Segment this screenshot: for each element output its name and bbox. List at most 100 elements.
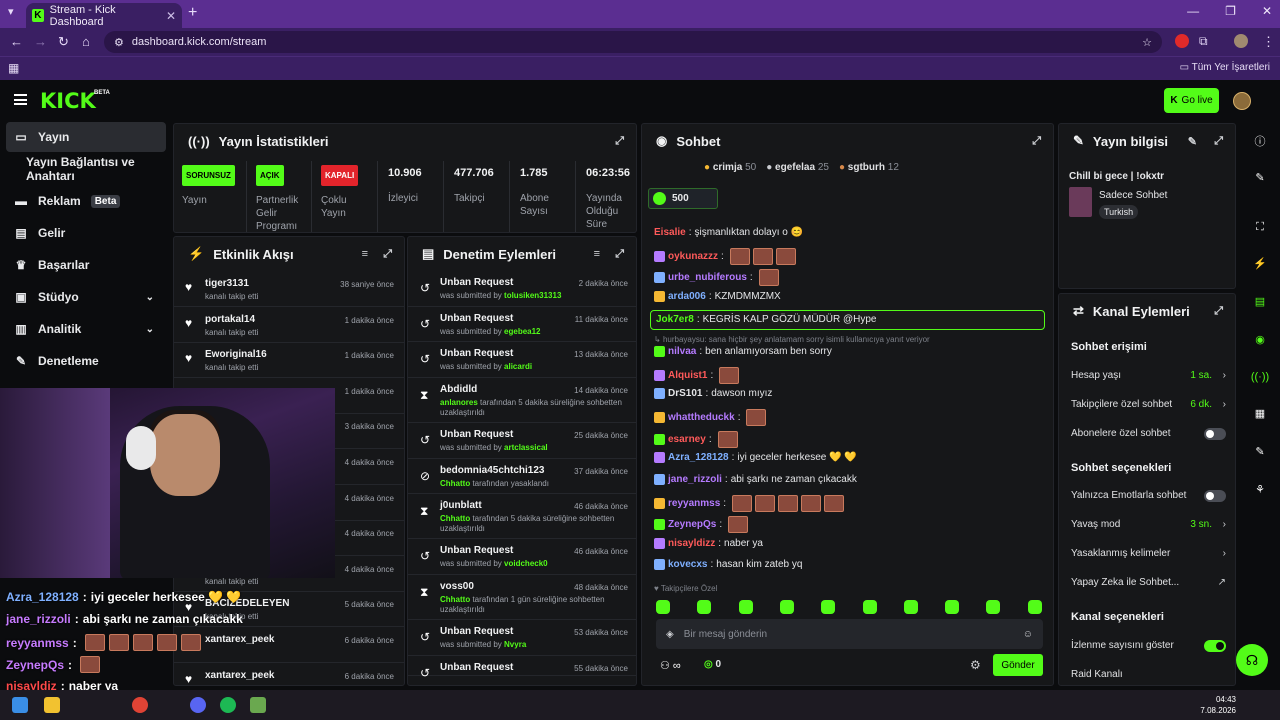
browser-menu-icon[interactable]: ⋮ [1262,34,1275,50]
expand-icon[interactable]: ⤢ [615,135,624,148]
chat-username[interactable]: kovecxs [668,559,707,570]
top-user[interactable]: ● egefelaa 25 [766,162,829,173]
filter-icon[interactable]: ≡ [362,248,368,260]
edit-icon[interactable]: ✎ [1251,168,1269,186]
show-views-toggle[interactable] [1204,639,1226,652]
table-row[interactable]: ⊘ bedomnia45chtchi123 Chhatto tarafından y… [408,459,636,494]
support-headset-icon[interactable]: ☊ [1236,644,1268,676]
filter-icon[interactable]: ≡ [594,248,600,260]
followers-only-row[interactable]: Takipçilere özel sohbet 6 dk. › [1071,399,1226,410]
expand-icon[interactable]: ⤢ [1214,135,1223,148]
chat-username[interactable]: Eisalie [654,227,686,238]
sidebar-item-achievements[interactable]: ♛ Başarılar [6,250,166,280]
expand-icon[interactable]: ⤢ [1214,305,1223,318]
sidebar-item-moderation[interactable]: ✎ Denetleme [6,346,166,376]
tab-search-icon[interactable]: ▾ [8,5,14,18]
table-row[interactable]: ⧗ Abdidld anlanores tarafından 5 dakika sü… [408,378,636,423]
chat-message[interactable]: esarney: [654,431,738,448]
chat-settings-icon[interactable]: ⚙ [970,658,981,672]
action-user[interactable]: Chhatto [440,514,470,523]
table-row[interactable]: ↺ Unban Request was submitted by Nvyra 53 d… [408,620,636,656]
list-item[interactable]: ♥xantarex_peek6 dakika önce [174,663,404,685]
follower-name[interactable]: tiger3131 [205,278,249,289]
start-icon[interactable] [12,697,28,713]
chat-goal[interactable]: 500 [648,188,718,209]
sidebar-item-ads[interactable]: ▬ Reklam Beta [6,186,166,216]
chat-username[interactable]: reyyanmss [668,498,720,509]
chat-username[interactable]: Azra_128128 [668,452,729,463]
follower-name[interactable]: Eworiginal16 [205,349,267,360]
list-item[interactable]: ♥ portakal14 kanalı takip etti 1 dakika önc… [174,307,404,343]
chat-icon[interactable]: ◉ [1251,330,1269,348]
chat-username[interactable]: arda006 [668,291,706,302]
ai-chat-row[interactable]: Yapay Zeka ile Sohbet... ↗ [1071,577,1226,588]
emote-icon[interactable] [697,600,712,614]
chat-message[interactable]: arda006: KZMDMMZMX [654,291,781,302]
chat-message[interactable]: oykunazzz: [654,248,796,265]
list-item[interactable]: ♥ tiger3131 kanalı takip etti 38 saniye önc… [174,271,404,307]
category-thumbnail[interactable] [1069,187,1092,217]
emote-icon[interactable] [903,600,918,614]
table-row[interactable]: ↺ Unban Request was submitted by voidcheck… [408,539,636,575]
taskbar-clock[interactable]: 04:43 7.08.2026 [1200,694,1236,716]
table-row[interactable]: ↺ Unban Request was submitted by artclassi… [408,423,636,459]
raid-row[interactable]: Raid Kanalı [1071,669,1226,680]
chat-username[interactable]: urbe_nubiferous [668,272,747,283]
chat-message[interactable]: DrS101: dawson mıyız [654,388,772,399]
chat-username[interactable]: nilvaa [668,346,696,357]
url-field[interactable]: ⚙ dashboard.kick.com/stream ☆ [104,31,1162,53]
share-icon[interactable]: ⚘ [1251,480,1269,498]
chat-message[interactable]: Eisalie: şişmanlıktan dolayı o 😊 [654,227,803,238]
emote-icon[interactable] [779,600,794,614]
banned-words-row[interactable]: Yasaklanmış kelimeler › [1071,548,1226,559]
chat-message[interactable]: Azra_128128: iyi geceler herkesee 💛 💛 [654,452,857,463]
close-tab-icon[interactable]: ✕ [166,9,176,23]
close-window-icon[interactable]: ✕ [1262,4,1272,18]
extensions-puzzle-icon[interactable]: ⧉ [1199,34,1208,49]
spotify-icon[interactable] [220,697,236,713]
chat-username[interactable]: whattheduckk [668,412,735,423]
chat-message[interactable]: whattheduckk: [654,409,767,426]
subs-only-row[interactable]: Abonelere özel sohbet [1071,427,1226,440]
action-user[interactable]: Chhatto [440,595,470,604]
chat-username[interactable]: nisayldizz [668,538,715,549]
explorer-icon[interactable] [44,697,60,713]
table-row[interactable]: ⧗ voss00 Chhatto tarafından 1 gün süreliği… [408,575,636,620]
action-user[interactable]: tolusiken31313 [504,291,561,300]
action-user[interactable]: egebea12 [504,327,540,336]
expand-icon[interactable]: ⤢ [615,248,624,261]
chat-users-icon[interactable]: ⚇ ∞ [660,659,681,672]
sidebar-item-stream[interactable]: ▭ Yayın [6,122,166,152]
chat-username[interactable]: ZeynepQs [668,519,716,530]
action-user[interactable]: voidcheck0 [504,559,548,568]
emote-icon[interactable] [945,600,960,614]
account-age-row[interactable]: Hesap yaşı 1 sa. › [1071,370,1226,381]
table-row[interactable]: ↺ Unban Request 55 dakika önce [408,656,636,680]
wrench-icon[interactable]: ✎ [1251,442,1269,460]
reload-icon[interactable]: ↻ [58,34,69,50]
action-user[interactable]: Nvyra [504,640,526,649]
slow-mode-row[interactable]: Yavaş mod 3 sn. › [1071,519,1226,530]
table-row[interactable]: ↺ Unban Request was submitted by tolusiken… [408,271,636,307]
list-item[interactable]: ♥xantarex_peek6 dakika önce [174,627,404,663]
chat-username[interactable]: oykunazzz [668,251,718,262]
chat-message[interactable]: jane_rizzoli: abi şarkı ne zaman çıkacakk [654,474,857,485]
clipboard-icon[interactable]: ▤ [1251,292,1269,310]
new-tab-button[interactable]: + [188,4,197,22]
browser-tab[interactable]: K Stream - Kick Dashboard ✕ [26,3,182,28]
lightning-icon[interactable]: ⚡ [1251,254,1269,272]
top-user[interactable]: ● sgtburh 12 [839,162,899,173]
home-icon[interactable]: ⌂ [82,34,90,49]
emote-icon[interactable] [821,600,836,614]
app-icon[interactable] [250,697,266,713]
emote-icon[interactable] [862,600,877,614]
expand-icon[interactable]: ⤢ [1032,135,1041,148]
sidebar-item-revenue[interactable]: ▤ Gelir [6,218,166,248]
minimize-icon[interactable]: — [1187,4,1199,18]
sidebar-item-studio[interactable]: ▣ Stüdyo ⌄ [6,282,166,312]
edit-icon[interactable]: ✎ [1188,135,1197,148]
chat-username[interactable]: Alquist1 [668,370,707,381]
restore-icon[interactable]: ❐ [1225,4,1236,18]
chat-username[interactable]: jane_rizzoli [668,474,722,485]
chat-message[interactable]: reyyanmss: [654,495,845,512]
